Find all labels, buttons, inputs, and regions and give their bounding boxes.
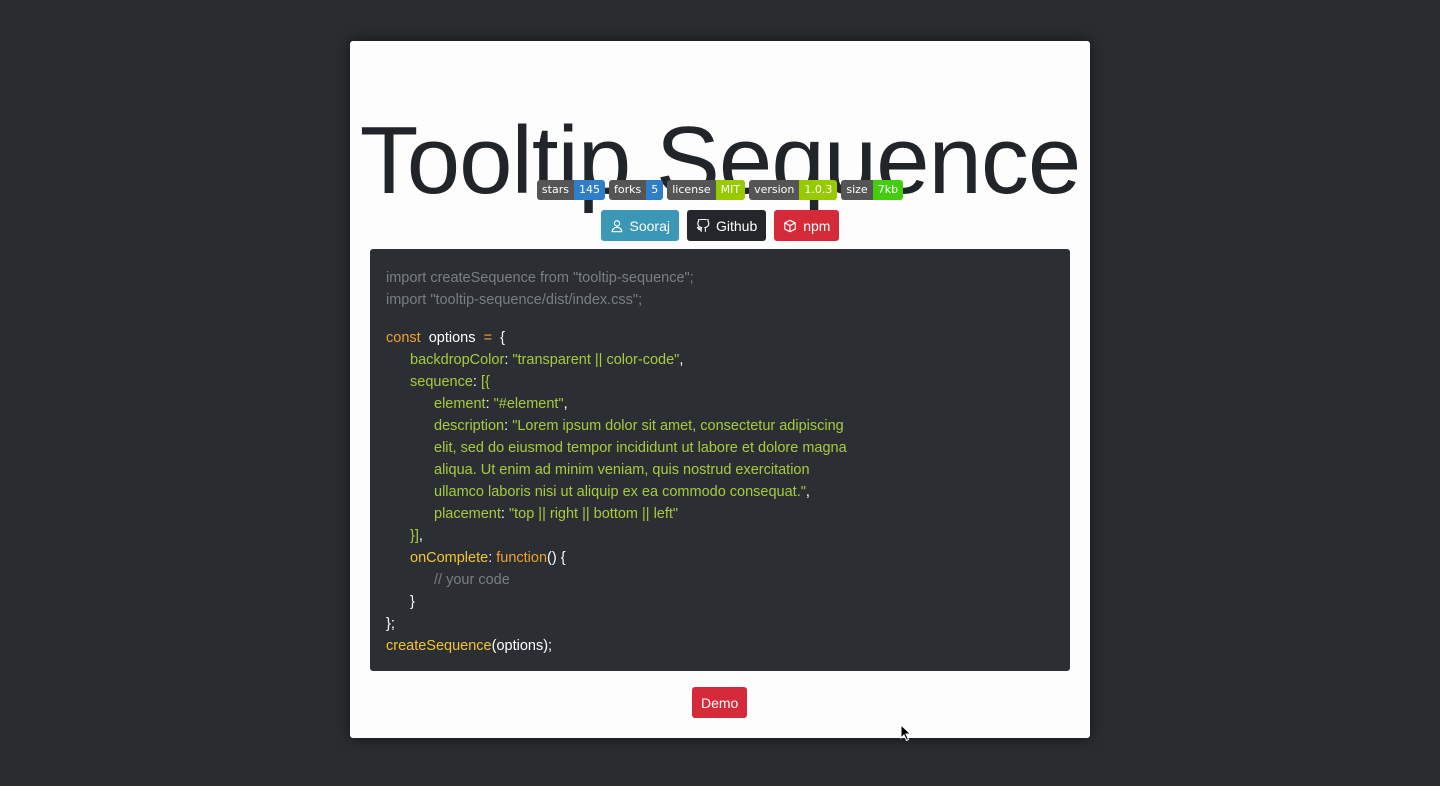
code-token: function [496, 550, 548, 566]
badge-value: 7kb [872, 180, 904, 200]
code-token: placement [434, 506, 501, 522]
code-line: description: "Lorem ipsum dolor sit amet… [434, 418, 844, 434]
badge-value: 145 [573, 180, 605, 200]
code-line: }], [410, 528, 423, 544]
sooraj-button[interactable]: Sooraj [600, 210, 679, 241]
code-token: "#element" [493, 396, 564, 412]
badge-version[interactable]: version 1.0.3 [749, 180, 838, 200]
code-token: options [428, 330, 476, 346]
code-token: element [434, 396, 486, 412]
badge-license[interactable]: license MIT [667, 180, 746, 200]
code-block: import createSequence from "tooltip-sequ… [370, 249, 1070, 671]
badge-key: license [667, 180, 716, 200]
code-line: } [410, 594, 415, 610]
code-line: }; [386, 616, 395, 632]
code-token: (options); [491, 638, 553, 654]
code-token: { [500, 330, 505, 346]
code-token: }] [410, 528, 419, 544]
mouse-cursor-icon [900, 724, 912, 742]
code-line: ullamco laboris nisi ut aliquip ex ea co… [434, 484, 810, 500]
badge-key: stars [536, 180, 574, 200]
code-line: element: "#element", [434, 396, 568, 412]
badge-value: MIT [715, 180, 746, 200]
code-token: "transparent || color-code" [512, 352, 680, 368]
code-line: const options = { [386, 327, 1054, 349]
code-token: "Lorem ipsum dolor sit amet, consectetur… [512, 418, 844, 434]
npm-button[interactable]: npm [774, 210, 840, 241]
code-token: description [434, 418, 505, 434]
badge-row: stars 145 forks 5 license MIT version 1.… [350, 180, 1090, 200]
demo-button[interactable]: Demo [692, 687, 748, 718]
badge-value: 1.0.3 [799, 180, 838, 200]
link-buttons: Sooraj Github npm [350, 210, 1090, 241]
code-line: createSequence(options); [386, 635, 1054, 657]
code-token: "top || right || bottom || left" [508, 506, 679, 522]
code-line: import createSequence from "tooltip-sequ… [386, 270, 694, 286]
github-button[interactable]: Github [686, 210, 767, 241]
badge-size[interactable]: size 7kb [841, 180, 904, 200]
code-line: elit, sed do eiusmod tempor incididunt u… [434, 440, 847, 456]
badge-key: forks [608, 180, 647, 200]
code-token: backdropColor [410, 352, 505, 368]
code-token: ullamco laboris nisi ut aliquip ex ea co… [434, 484, 806, 500]
code-token: [{ [480, 374, 490, 390]
code-line: onComplete: function() { [410, 550, 566, 566]
code-token: const [386, 330, 421, 346]
code-line: // your code [434, 572, 510, 588]
github-button-label: Github [715, 217, 758, 234]
code-line: import "tooltip-sequence/dist/index.css"… [386, 292, 643, 308]
code-line: aliqua. Ut enim ad minim veniam, quis no… [434, 462, 810, 478]
code-token: onComplete [410, 550, 489, 566]
code-token: = [483, 330, 493, 346]
code-line: sequence: [{ [410, 374, 490, 390]
main-card: Tooltip Sequence stars 145 forks 5 licen… [350, 41, 1090, 738]
code-line: placement: "top || right || bottom || le… [434, 506, 679, 522]
sooraj-button-label: Sooraj [629, 217, 670, 234]
user-icon [611, 219, 622, 232]
badge-key: size [841, 180, 873, 200]
code-token: () { [547, 550, 566, 566]
badge-key: version [749, 180, 800, 200]
code-token: createSequence [386, 638, 492, 654]
badge-forks[interactable]: forks 5 [608, 180, 664, 200]
package-icon [784, 219, 797, 232]
badge-value: 5 [646, 180, 664, 200]
code-line: backdropColor: "transparent || color-cod… [410, 352, 684, 368]
npm-button-label: npm [803, 217, 831, 234]
badge-stars[interactable]: stars 145 [536, 180, 605, 200]
github-icon [696, 218, 710, 232]
code-token: sequence [410, 374, 473, 390]
